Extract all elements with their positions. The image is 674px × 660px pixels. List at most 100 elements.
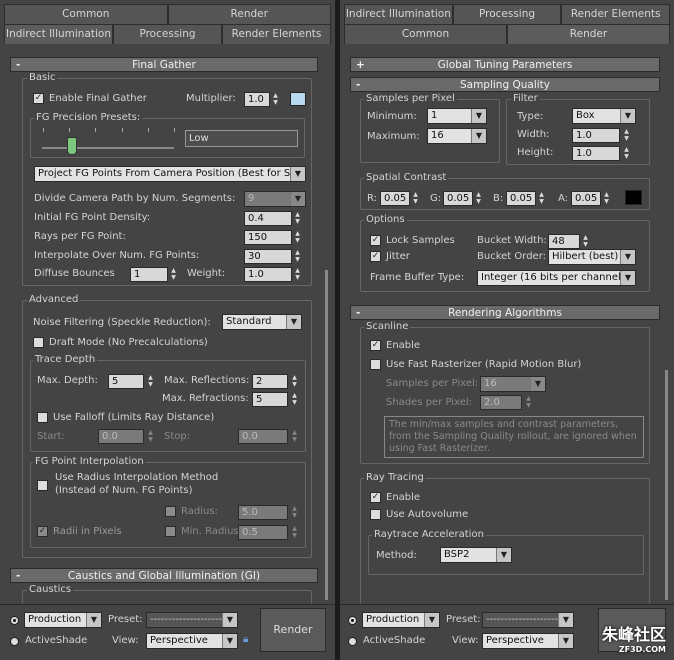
production-radio[interactable] [10,616,19,625]
b-spinner[interactable]: ▲ ▼ [537,191,546,206]
initial-fg-density-field[interactable]: 0.4 [244,211,292,226]
filter-height-spinner[interactable]: ▲ ▼ [622,146,631,161]
max-refractions-field[interactable]: 5 [252,392,288,407]
stop-spinner[interactable]: ▲ ▼ [290,429,299,444]
rollout-rendering-algorithms[interactable]: - Rendering Algorithms [350,305,660,320]
rollout-caustics-gi[interactable]: - Caustics and Global Illumination (GI) [10,568,318,583]
fast-rasterizer-checkbox[interactable] [370,359,381,370]
activeshade-radio[interactable] [348,637,357,646]
maximum-dropdown[interactable]: 16 ▼ [427,128,487,144]
bucket-width-spinner[interactable]: ▲ ▼ [581,234,590,249]
g-field[interactable]: 0.05 [443,191,473,206]
r-spinner[interactable]: ▲ ▼ [411,191,420,206]
fg-projection-dropdown[interactable]: Project FG Points From Camera Position (… [34,166,306,182]
bucket-width-field[interactable]: 48 [548,234,580,249]
tab-processing[interactable]: Processing [452,4,562,24]
method-dropdown[interactable]: BSP2 ▼ [440,547,512,563]
radius-field[interactable]: 5.0 [238,505,288,520]
b-field[interactable]: 0.05 [506,191,536,206]
chevron-down-icon: ▼ [471,109,486,123]
use-falloff-checkbox[interactable] [37,412,48,423]
autovolume-checkbox[interactable] [370,509,381,520]
weight-field[interactable]: 1.0 [244,267,292,282]
start-spinner[interactable]: ▲ ▼ [146,429,155,444]
tab-common[interactable]: Common [4,4,168,24]
production-dropdown[interactable]: Production ▼ [24,612,102,628]
diffuse-bounces-spinner[interactable]: ▲ ▼ [169,267,178,282]
tab-render[interactable]: Render [507,24,670,44]
render-button[interactable]: Render [260,608,326,652]
activeshade-radio[interactable] [10,637,19,646]
scanline-enable-checkbox[interactable]: ✓ [370,340,381,351]
a-field[interactable]: 0.05 [571,191,601,206]
initial-fg-density-spinner[interactable]: ▲ ▼ [293,211,302,226]
rollout-final-gather[interactable]: - Final Gather [10,57,318,72]
max-reflections-field[interactable]: 2 [252,374,288,389]
max-depth-spinner[interactable]: ▲ ▼ [146,374,155,389]
bucket-order-dropdown[interactable]: Hilbert (best) ▼ [548,249,636,265]
max-depth-field[interactable]: 5 [108,374,144,389]
jitter-checkbox[interactable]: ✓ [370,251,381,262]
divide-camera-path-dropdown[interactable]: 9 ▼ [244,191,306,207]
tab-indirect-illumination[interactable]: Indirect Illumination [344,4,453,24]
draft-mode-checkbox[interactable] [33,337,44,348]
minimum-dropdown[interactable]: 1 ▼ [427,108,487,124]
lock-samples-checkbox[interactable]: ✓ [370,235,381,246]
shades-per-pixel-spinner[interactable]: ▲ ▼ [524,395,533,410]
use-radius-interpolation-checkbox[interactable] [37,480,48,491]
interpolate-fg-points-field[interactable]: 30 [244,249,292,264]
min-radius-checkbox[interactable] [165,526,176,537]
tab-processing[interactable]: Processing [113,24,222,44]
enable-final-gather-checkbox[interactable]: ✓ [33,93,44,104]
rollout-title: Final Gather [132,59,196,71]
rollout-global-tuning[interactable]: + Global Tuning Parameters [350,57,660,72]
a-spinner[interactable]: ▲ ▼ [602,191,611,206]
max-refractions-spinner[interactable]: ▲ ▼ [290,392,299,407]
preset-dropdown[interactable]: -------------------- ▼ [146,612,238,628]
tab-render-elements[interactable]: Render Elements [222,24,331,44]
filter-width-spinner[interactable]: ▲ ▼ [622,128,631,143]
contrast-color-swatch[interactable] [625,190,642,205]
view-dropdown[interactable]: Perspective ▼ [146,633,238,649]
min-radius-field[interactable]: 0.5 [238,525,288,540]
start-field[interactable]: 0.0 [98,429,144,444]
filter-height-field[interactable]: 1.0 [572,146,620,161]
color-swatch[interactable] [290,92,306,106]
production-dropdown[interactable]: Production ▼ [362,612,440,628]
tab-common[interactable]: Common [344,24,507,44]
frame-buffer-dropdown[interactable]: Integer (16 bits per channel) ▼ [477,270,636,286]
rollout-sampling-quality[interactable]: - Sampling Quality [350,77,660,92]
rays-per-fg-point-field[interactable]: 150 [244,230,292,245]
multiplier-spinner[interactable]: ▲ ▼ [271,92,280,107]
production-radio[interactable] [348,616,357,625]
rollout-scrollbar[interactable] [325,270,328,600]
r-field[interactable]: 0.05 [380,191,410,206]
radius-spinner[interactable]: ▲ ▼ [290,505,299,520]
radius-checkbox[interactable] [165,506,176,517]
tab-render-elements[interactable]: Render Elements [561,4,671,24]
lock-icon[interactable]: 🔒︎ [243,634,253,646]
filter-type-dropdown[interactable]: Box ▼ [572,108,636,124]
rollout-scrollbar[interactable] [665,370,668,600]
rays-per-fg-point-spinner[interactable]: ▲ ▼ [293,230,302,245]
tab-indirect-illumination[interactable]: Indirect Illumination [4,24,113,44]
diffuse-bounces-field[interactable]: 1 [130,267,168,282]
g-spinner[interactable]: ▲ ▼ [474,191,483,206]
max-reflections-spinner[interactable]: ▲ ▼ [290,374,299,389]
samples-per-pixel-dropdown[interactable]: 16 ▼ [480,376,546,392]
preset-slider-handle[interactable] [67,137,77,155]
filter-width-field[interactable]: 1.0 [572,128,620,143]
radii-in-pixels-checkbox[interactable]: ✓ [37,526,48,537]
raytracing-enable-checkbox[interactable]: ✓ [370,492,381,503]
view-dropdown[interactable]: Perspective ▼ [482,633,574,649]
weight-spinner[interactable]: ▲ ▼ [293,267,302,282]
min-radius-spinner[interactable]: ▲ ▼ [290,525,299,540]
advanced-group-title: Advanced [27,294,81,305]
preset-dropdown[interactable]: -------------------- ▼ [482,612,574,628]
interpolate-fg-points-spinner[interactable]: ▲ ▼ [293,249,302,264]
stop-field[interactable]: 0.0 [238,429,288,444]
noise-filtering-dropdown[interactable]: Standard ▼ [222,314,302,330]
multiplier-field[interactable]: 1.0 [244,92,270,107]
shades-per-pixel-field[interactable]: 2.0 [480,395,522,410]
tab-render[interactable]: Render [167,4,331,24]
